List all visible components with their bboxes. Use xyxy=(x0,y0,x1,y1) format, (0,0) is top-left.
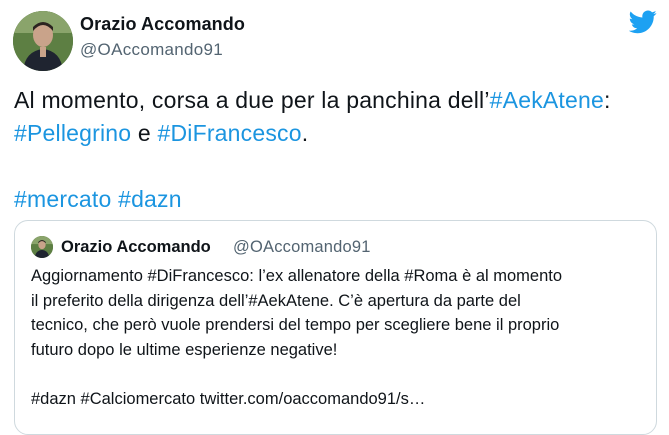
author-name[interactable]: Orazio Accomando xyxy=(80,14,245,35)
tweet-text-segment: : xyxy=(604,87,611,113)
tweet-text-segment: e xyxy=(131,120,158,146)
quoted-tweet[interactable]: Orazio Accomando @OAccomando91 Aggiornam… xyxy=(14,220,657,435)
quoted-line-4: futuro dopo le ultime esperienze negativ… xyxy=(31,340,338,359)
quoted-line-3: tecnico, che però vuole prendersi del te… xyxy=(31,316,560,334)
hashtag-dazn[interactable]: #dazn xyxy=(118,186,182,212)
tweet-line-2: #Pellegrino e #DiFrancesco. xyxy=(14,117,659,150)
author-avatar[interactable] xyxy=(13,11,73,71)
quoted-line-5: #dazn #Calciomercato twitter.com/oaccoma… xyxy=(31,389,426,408)
tweet-text: Al momento, corsa a due per la panchina … xyxy=(14,84,659,216)
hashtag-difrancesco[interactable]: #DiFrancesco xyxy=(157,120,301,146)
tweet-line-1: Al momento, corsa a due per la panchina … xyxy=(14,84,659,117)
author-handle[interactable]: @OAccomando91 xyxy=(80,40,223,60)
quoted-line-1: Aggiornamento #DiFrancesco: l’ex allenat… xyxy=(31,267,563,285)
quoted-tweet-text: Aggiornamento #DiFrancesco: l’ex allenat… xyxy=(31,264,646,411)
quoted-author-handle: @OAccomando91 xyxy=(233,238,371,256)
twitter-bird-icon[interactable] xyxy=(628,10,657,34)
tweet-card: Orazio Accomando @OAccomando91 Al moment… xyxy=(0,0,669,435)
tweet-line-3: #mercato #dazn xyxy=(14,183,659,216)
quoted-author-avatar xyxy=(31,236,53,258)
quoted-line-2: il preferito della dirigenza dell’#AekAt… xyxy=(31,291,521,310)
quoted-author-name: Orazio Accomando xyxy=(61,238,211,256)
hashtag-pellegrino[interactable]: #Pellegrino xyxy=(14,120,131,146)
tweet-text-segment: . xyxy=(301,120,309,146)
tweet-text-segment: Al momento, corsa a due per la panchina … xyxy=(14,87,490,113)
hashtag-mercato[interactable]: #mercato xyxy=(14,186,111,212)
hashtag-aekatene[interactable]: #AekAtene xyxy=(490,87,604,113)
